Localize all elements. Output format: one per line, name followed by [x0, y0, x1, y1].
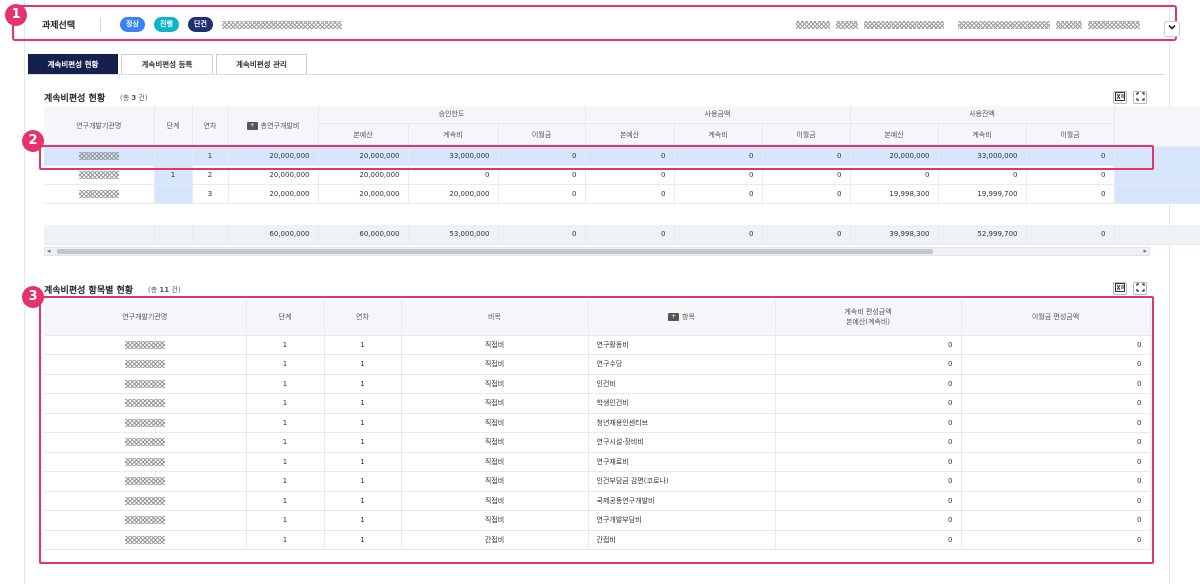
callout-marker-1: 1	[5, 4, 27, 26]
redacted-text	[836, 21, 858, 29]
col-header-extra	[1114, 106, 1200, 147]
redacted-project-name	[222, 21, 342, 29]
col-header-main-budget: 본예산	[850, 123, 939, 147]
col-header-continuing: 계속비	[938, 123, 1027, 147]
col-header-main-budget: 본예산	[585, 123, 675, 147]
callout-marker-3: 3	[22, 286, 44, 308]
table-row[interactable]: 3 20,000,000 20,000,000 20,000,000 0 0 0…	[44, 184, 1200, 204]
redacted-text	[958, 21, 1050, 29]
redacted-org-name	[78, 170, 119, 179]
col-header-year: 연차	[192, 106, 229, 147]
scrollbar-thumb[interactable]	[57, 249, 933, 254]
project-selector-bar[interactable]: 과제선택 정상 진행 단건	[12, 5, 1180, 41]
tab-divider	[27, 74, 1165, 75]
scroll-left-icon[interactable]: ◂	[47, 247, 51, 255]
scroll-right-icon[interactable]: ▸	[1143, 247, 1147, 255]
table-sum-row: 60,000,000 60,000,000 53,000,000 0 0 0 0…	[44, 225, 1200, 245]
status-badge-normal: 정상	[120, 17, 145, 32]
redacted-text	[796, 21, 830, 29]
col-header-remaining: 사용잔액	[850, 106, 1115, 124]
callout-marker-2: 2	[22, 130, 44, 152]
highlight-row-frame	[39, 145, 1154, 170]
col-header-total: + 총연구개발비	[228, 106, 319, 147]
status-badge-single: 단건	[188, 17, 213, 32]
fullscreen-icon[interactable]	[1133, 282, 1147, 295]
excel-download-icon[interactable]	[1113, 282, 1127, 295]
section2-title: 계속비편성 항목별 현황	[44, 286, 134, 296]
col-header-carryover: 이월금	[498, 123, 586, 147]
horizontal-scrollbar[interactable]: ◂ ▸	[44, 247, 1150, 256]
excel-download-icon[interactable]	[1113, 91, 1127, 104]
redacted-text	[1056, 21, 1082, 29]
tab-continuing-cost-status[interactable]: 계속비편성 현황	[28, 54, 118, 75]
tab-continuing-cost-register[interactable]: 계속비편성 등록	[121, 54, 213, 75]
section1-title: 계속비편성 현황	[44, 94, 106, 104]
expand-icon[interactable]: +	[246, 121, 258, 130]
tab-continuing-cost-manage[interactable]: 계속비편성 관리	[216, 54, 307, 75]
section1-count: (총 3 건)	[120, 94, 148, 102]
project-select-label: 과제선택	[42, 21, 76, 31]
fullscreen-icon[interactable]	[1133, 91, 1147, 104]
redacted-org-name	[78, 189, 119, 198]
section2-count: (총 11 건)	[148, 286, 181, 294]
col-header-carryover: 이월금	[1026, 123, 1115, 147]
chevron-down-icon[interactable]	[1164, 21, 1180, 37]
col-header-carryover: 이월금	[762, 123, 851, 147]
redacted-text	[864, 21, 944, 29]
col-header-continuing: 계속비	[408, 123, 499, 147]
col-header-stage: 단계	[154, 106, 193, 147]
highlight-table-frame	[39, 296, 1154, 564]
continuing-cost-status-table: 연구개발기관명 단계 연차 + 총연구개발비 승인한도 사용금액 사용잔액 본예산…	[44, 106, 1200, 245]
col-header-main-budget: 본예산	[318, 123, 409, 147]
col-header-continuing: 계속비	[674, 123, 763, 147]
redacted-text	[1088, 21, 1140, 29]
table-spacer-row	[44, 203, 1200, 225]
status-badge-progress: 진행	[154, 17, 179, 32]
col-header-org: 연구개발기관명	[44, 106, 155, 147]
col-header-used: 사용금액	[585, 106, 851, 124]
col-header-approved: 승인한도	[318, 106, 586, 124]
header-divider	[100, 18, 101, 32]
